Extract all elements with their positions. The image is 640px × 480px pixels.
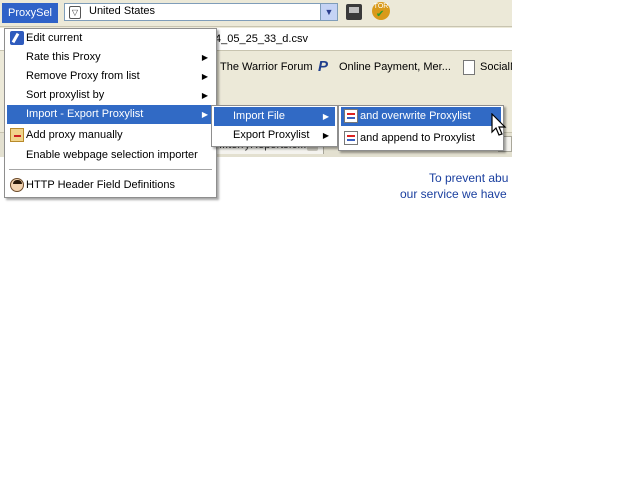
- menu-item-remove-proxy[interactable]: Remove Proxy from list ▶: [7, 67, 214, 86]
- menu-item-webpage-importer[interactable]: Enable webpage selection importer: [7, 146, 214, 165]
- menu-item-sort-proxylist[interactable]: Sort proxylist by ▶: [7, 86, 214, 105]
- menu-item-http-header[interactable]: HTTP Header Field Definitions: [7, 176, 214, 195]
- submenu-arrow-icon: ▶: [322, 131, 329, 140]
- edit-icon: [10, 31, 24, 45]
- menu-item-label: HTTP Header Field Definitions: [26, 179, 175, 191]
- proxy-list-icon[interactable]: [346, 4, 362, 20]
- import-document-icon: [344, 131, 358, 145]
- import-export-submenu: Import File ▶ Export Proxylist ▶: [211, 105, 338, 147]
- menu-item-add-proxy[interactable]: Add proxy manually: [7, 126, 214, 145]
- add-proxy-icon: [10, 128, 24, 142]
- address-text: 4_05_25_33_d.csv: [215, 33, 308, 45]
- country-select[interactable]: ▽ United States ▼: [64, 3, 338, 21]
- bookmark-warrior-forum[interactable]: The Warrior Forum: [220, 61, 313, 73]
- file-item-append[interactable]: and append to Proxylist: [341, 129, 501, 148]
- menu-item-label: Export Proxylist: [233, 129, 310, 141]
- submenu-arrow-icon: ▶: [201, 53, 208, 62]
- submenu-item-import-file[interactable]: Import File ▶: [214, 107, 335, 126]
- menu-item-label: and overwrite Proxylist: [360, 110, 471, 122]
- menu-item-label: Sort proxylist by: [26, 89, 105, 101]
- bookmark-online-payment[interactable]: Online Payment, Mer...: [339, 61, 451, 73]
- menu-item-label: Enable webpage selection importer: [26, 149, 198, 161]
- submenu-item-export[interactable]: Export Proxylist ▶: [214, 126, 335, 145]
- menu-item-rate-proxy[interactable]: Rate this Proxy ▶: [7, 48, 214, 67]
- menu-item-edit-current[interactable]: Edit current: [7, 29, 214, 48]
- menu-item-import-export[interactable]: Import - Export Proxylist ▶: [7, 105, 214, 124]
- proxy-toolbar: ProxySel ▽ United States ▼ TOR ✔: [0, 0, 512, 27]
- menu-separator: [9, 169, 212, 170]
- menu-item-label: and append to Proxylist: [360, 132, 475, 144]
- tor-icon[interactable]: TOR ✔: [372, 2, 390, 20]
- menu-item-label: Add proxy manually: [26, 129, 123, 141]
- submenu-arrow-icon: ▶: [322, 112, 329, 121]
- bookmark-social[interactable]: SocialM: [480, 61, 512, 73]
- proxysel-button[interactable]: ProxySel: [2, 3, 58, 23]
- menu-item-label: Import - Export Proxylist: [26, 108, 144, 120]
- check-icon: ✔: [376, 9, 385, 20]
- submenu-arrow-icon: ▶: [201, 91, 208, 100]
- person-icon: [10, 178, 24, 192]
- notice-line-2: our service we have: [400, 187, 507, 201]
- menu-item-label: Rate this Proxy: [26, 51, 101, 63]
- menu-item-label: Remove Proxy from list: [26, 70, 140, 82]
- import-document-icon: [344, 109, 358, 123]
- page-icon: [463, 60, 475, 75]
- paypal-icon: P: [318, 58, 329, 75]
- proxysel-context-menu: Edit current Rate this Proxy ▶ Remove Pr…: [4, 28, 217, 198]
- menu-item-label: Import File: [233, 110, 285, 122]
- mouse-cursor-icon: [491, 113, 507, 136]
- submenu-arrow-icon: ▶: [201, 110, 208, 119]
- menu-item-label: Edit current: [26, 32, 83, 44]
- submenu-arrow-icon: ▶: [201, 72, 208, 81]
- import-file-submenu: and overwrite Proxylist and append to Pr…: [338, 105, 504, 151]
- chevron-down-icon[interactable]: ▼: [320, 4, 337, 20]
- file-item-overwrite[interactable]: and overwrite Proxylist: [341, 107, 501, 126]
- notice-line-1: To prevent abu: [429, 171, 509, 185]
- country-value: United States: [89, 5, 156, 17]
- filter-icon: ▽: [69, 6, 81, 19]
